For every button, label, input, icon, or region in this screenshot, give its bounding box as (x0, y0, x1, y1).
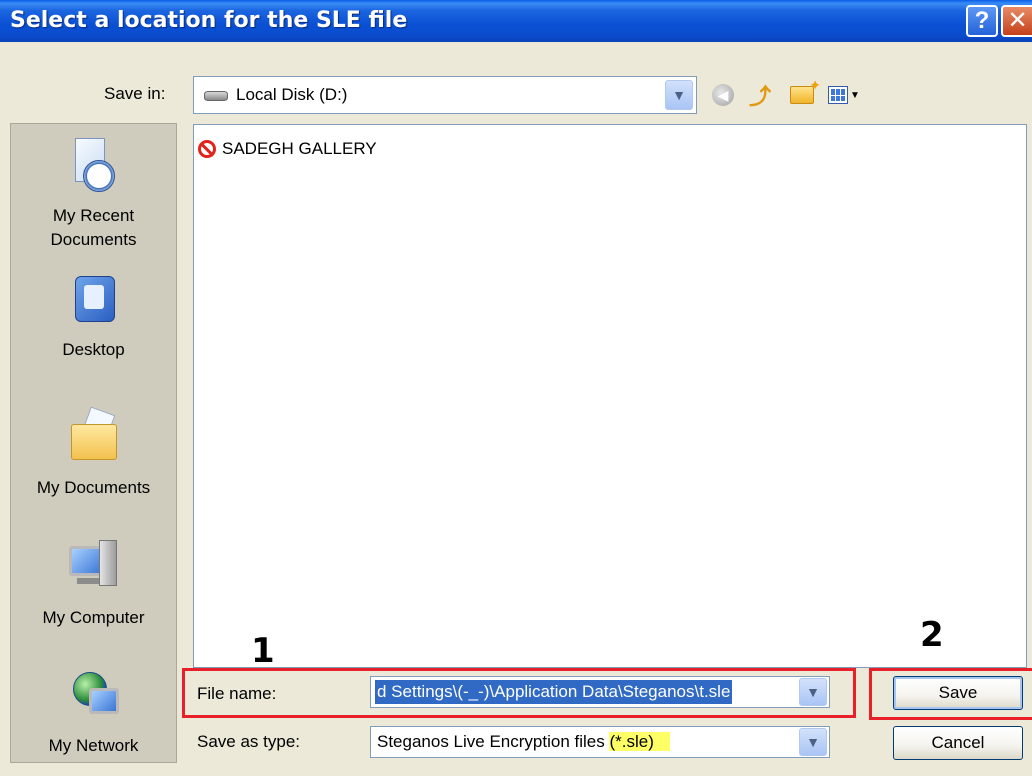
save-as-type-value: Steganos Live Encryption files (*.sle) (377, 732, 670, 752)
up-folder-icon: ⤴ (748, 84, 771, 109)
file-name: SADEGH GALLERY (222, 139, 377, 158)
back-icon: ◀ (712, 84, 734, 106)
my-network-icon (67, 668, 121, 728)
place-label: My Documents (36, 478, 151, 497)
back-button[interactable]: ◀ (702, 79, 734, 111)
place-label: My Recent (52, 206, 135, 225)
save-in-dropdown[interactable]: Local Disk (D:) ▼ (193, 76, 697, 114)
help-button[interactable]: ? (966, 5, 998, 37)
up-folder-button[interactable]: ⤴ (744, 79, 776, 111)
window-title: Select a location for the SLE file (10, 8, 408, 33)
annotation-box-file-name (182, 668, 856, 718)
desktop-icon (67, 272, 121, 332)
title-bar[interactable]: Select a location for the SLE file ? ✕ (0, 0, 1032, 42)
chevron-down-icon[interactable]: ▼ (665, 80, 693, 110)
views-menu-icon (828, 86, 849, 104)
no-access-icon (198, 140, 216, 158)
save-as-type-dropdown[interactable]: Steganos Live Encryption files (*.sle) ▼ (370, 726, 830, 758)
step-number-1: 1 (251, 631, 275, 671)
save-in-value: Local Disk (D:) (236, 85, 348, 104)
list-item[interactable]: SADEGH GALLERY (198, 139, 377, 159)
save-in-label: Save in: (104, 84, 166, 103)
drive-icon (204, 89, 228, 101)
places-bar: My Recent Documents Desktop My Documents… (10, 123, 177, 763)
step-number-2: 2 (920, 615, 944, 655)
place-my-recent-documents[interactable]: My Recent Documents (11, 138, 176, 252)
file-extension-highlight: (*.sle) (609, 732, 670, 751)
new-folder-button[interactable] (786, 77, 821, 111)
my-computer-icon (67, 540, 121, 600)
cancel-button[interactable]: Cancel (893, 726, 1023, 760)
place-label: My Computer (42, 608, 145, 627)
place-label: Documents (50, 230, 137, 249)
views-menu-button[interactable]: ▼ (828, 79, 860, 111)
place-my-computer[interactable]: My Computer (11, 540, 176, 630)
place-label: Desktop (62, 340, 125, 359)
new-folder-icon (790, 77, 821, 104)
place-my-network[interactable]: My Network (11, 668, 176, 758)
chevron-down-icon[interactable]: ▼ (799, 728, 827, 756)
place-desktop[interactable]: Desktop (11, 272, 176, 362)
annotation-box-save (869, 668, 1032, 720)
toolbar: ◀ ⤴ ▼ (702, 77, 860, 112)
my-documents-icon (67, 406, 121, 470)
recent-documents-icon (67, 138, 121, 198)
place-my-documents[interactable]: My Documents (11, 406, 176, 500)
place-label: My Network (48, 736, 139, 755)
caret-down-icon: ▼ (850, 89, 860, 101)
file-list[interactable]: SADEGH GALLERY (193, 124, 1027, 668)
save-as-type-label: Save as type: (197, 732, 301, 751)
close-button[interactable]: ✕ (1001, 5, 1032, 37)
